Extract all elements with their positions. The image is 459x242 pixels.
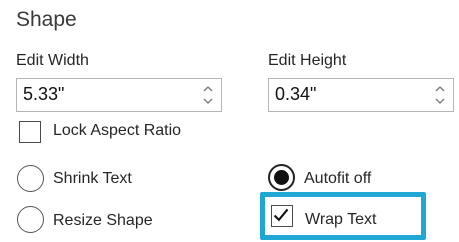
lock-aspect-ratio-label: Lock Aspect Ratio [53, 122, 182, 139]
spin-arrows-icon[interactable] [201, 82, 215, 108]
section-title: Shape [16, 8, 77, 31]
edit-height-input[interactable]: 0.34" [268, 78, 454, 112]
shrink-text-label: Shrink Text [53, 170, 132, 187]
edit-height-value: 0.34" [275, 84, 317, 104]
autofit-off-label: Autofit off [304, 170, 372, 187]
resize-shape-label: Resize Shape [53, 212, 153, 229]
wrap-text-label: Wrap Text [305, 211, 377, 228]
shrink-text-radio[interactable] [17, 165, 44, 192]
edit-width-input[interactable]: 5.33" [16, 78, 222, 112]
checkmark-icon [273, 208, 289, 222]
edit-width-value: 5.33" [23, 84, 65, 104]
resize-shape-radio[interactable] [17, 206, 44, 233]
edit-height-label: Edit Height [268, 52, 347, 69]
autofit-off-radio[interactable] [268, 164, 295, 191]
wrap-text-checkbox[interactable] [271, 205, 293, 227]
lock-aspect-ratio-checkbox[interactable] [19, 121, 41, 143]
spin-arrows-icon[interactable] [433, 82, 447, 108]
edit-width-label: Edit Width [16, 52, 89, 69]
